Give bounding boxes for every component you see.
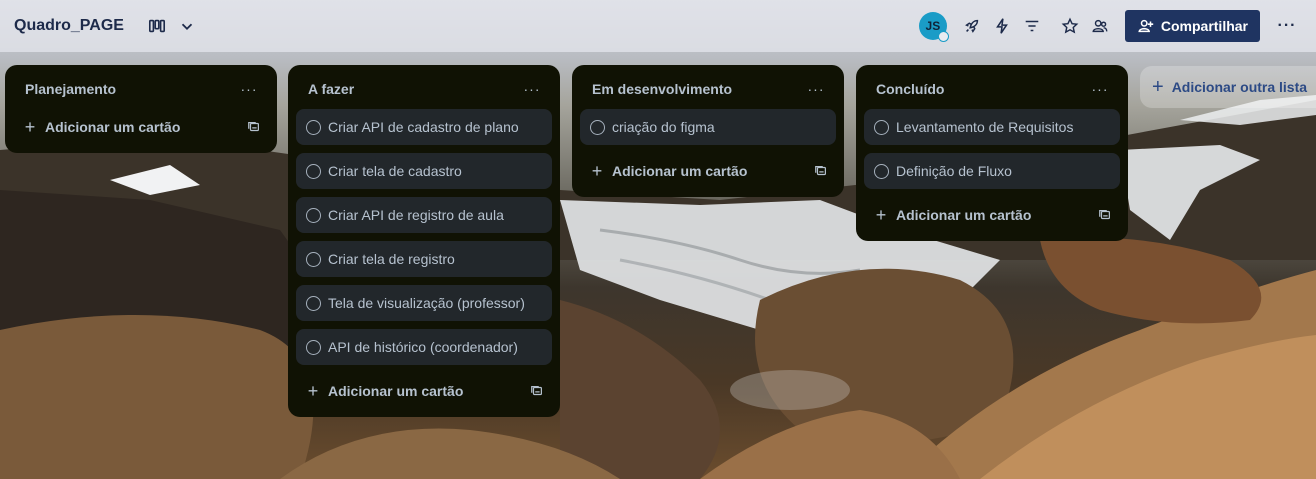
list-header: Em desenvolvimento ···	[580, 73, 836, 105]
board-header: Quadro_PAGE JS Compartilhar ···	[0, 0, 1316, 52]
card-title: Criar API de cadastro de plano	[328, 119, 519, 135]
card-title: Levantamento de Requisitos	[896, 119, 1074, 135]
share-button-label: Compartilhar	[1160, 18, 1248, 34]
card[interactable]: Criar tela de cadastro	[296, 153, 552, 189]
filter-icon[interactable]	[1017, 10, 1047, 42]
card[interactable]: API de histórico (coordenador)	[296, 329, 552, 365]
complete-circle-icon[interactable]	[306, 339, 321, 355]
card-template-icon[interactable]	[530, 384, 544, 398]
admin-badge-icon	[937, 31, 949, 42]
more-options-button[interactable]: ···	[1272, 10, 1302, 42]
card[interactable]: Levantamento de Requisitos	[864, 109, 1120, 145]
share-button[interactable]: Compartilhar	[1124, 10, 1260, 42]
card-title: criação do figma	[612, 119, 715, 135]
add-card-label: Adicionar um cartão	[896, 207, 1032, 223]
list-concluido: Concluído ··· Levantamento de Requisitos…	[856, 65, 1128, 241]
add-card-button[interactable]: + Adicionar um cartão	[864, 197, 1120, 233]
card-title: API de histórico (coordenador)	[328, 339, 518, 355]
card[interactable]: Criar API de registro de aula	[296, 197, 552, 233]
add-card-label: Adicionar um cartão	[612, 163, 748, 179]
complete-circle-icon[interactable]	[874, 119, 889, 135]
avatar-initials: JS	[925, 19, 941, 33]
card-title: Tela de visualização (professor)	[328, 295, 525, 311]
complete-circle-icon[interactable]	[590, 119, 605, 135]
card[interactable]: Criar tela de registro	[296, 241, 552, 277]
list-header: A fazer ···	[296, 73, 552, 105]
board-view-icon[interactable]	[142, 10, 172, 42]
list-title[interactable]: Concluído	[876, 81, 944, 97]
people-icon[interactable]	[1085, 10, 1115, 42]
plus-icon: +	[307, 380, 319, 401]
complete-circle-icon[interactable]	[306, 251, 321, 267]
complete-circle-icon[interactable]	[306, 163, 321, 179]
complete-circle-icon[interactable]	[874, 163, 889, 179]
plus-icon: +	[591, 160, 603, 181]
lightning-icon[interactable]	[987, 10, 1017, 42]
card[interactable]: criação do figma	[580, 109, 836, 145]
plus-icon: +	[875, 204, 887, 225]
card-template-icon[interactable]	[814, 164, 828, 178]
board-title[interactable]: Quadro_PAGE	[14, 17, 124, 35]
card[interactable]: Definição de Fluxo	[864, 153, 1120, 189]
list-menu-button[interactable]: ···	[520, 77, 544, 101]
plus-icon: +	[1152, 75, 1164, 98]
list-em-desenvolvimento: Em desenvolvimento ··· criação do figma …	[572, 65, 844, 197]
list-title[interactable]: Em desenvolvimento	[592, 81, 732, 97]
add-card-button[interactable]: + Adicionar um cartão	[580, 153, 836, 189]
add-list-label: Adicionar outra lista	[1171, 79, 1308, 95]
card-template-icon[interactable]	[247, 120, 261, 134]
card[interactable]: Criar API de cadastro de plano	[296, 109, 552, 145]
add-card-label: Adicionar um cartão	[328, 383, 464, 399]
complete-circle-icon[interactable]	[306, 207, 321, 223]
rocket-icon[interactable]	[957, 10, 987, 42]
complete-circle-icon[interactable]	[306, 119, 321, 135]
add-list-button[interactable]: + Adicionar outra lista	[1140, 66, 1316, 108]
complete-circle-icon[interactable]	[306, 295, 321, 311]
list-planejamento: Planejamento ··· + Adicionar um cartão	[5, 65, 277, 153]
plus-icon: +	[24, 116, 36, 137]
list-header: Planejamento ···	[13, 73, 269, 105]
avatar[interactable]: JS	[918, 12, 949, 42]
add-person-icon	[1138, 19, 1154, 33]
card-title: Criar tela de registro	[328, 251, 455, 267]
add-card-button[interactable]: + Adicionar um cartão	[296, 373, 552, 409]
list-header: Concluído ···	[864, 73, 1120, 105]
card-title: Criar tela de cadastro	[328, 163, 462, 179]
add-card-button[interactable]: + Adicionar um cartão	[13, 109, 269, 145]
card-title: Definição de Fluxo	[896, 163, 1012, 179]
add-card-label: Adicionar um cartão	[45, 119, 181, 135]
card-template-icon[interactable]	[1098, 208, 1112, 222]
list-menu-button[interactable]: ···	[804, 77, 828, 101]
chevron-down-icon[interactable]	[172, 10, 202, 42]
list-a-fazer: A fazer ··· Criar API de cadastro de pla…	[288, 65, 560, 417]
card-title: Criar API de registro de aula	[328, 207, 504, 223]
card[interactable]: Tela de visualização (professor)	[296, 285, 552, 321]
list-title[interactable]: Planejamento	[25, 81, 116, 97]
list-menu-button[interactable]: ···	[237, 77, 261, 101]
star-icon[interactable]	[1055, 10, 1085, 42]
list-menu-button[interactable]: ···	[1088, 77, 1112, 101]
list-title[interactable]: A fazer	[308, 81, 354, 97]
